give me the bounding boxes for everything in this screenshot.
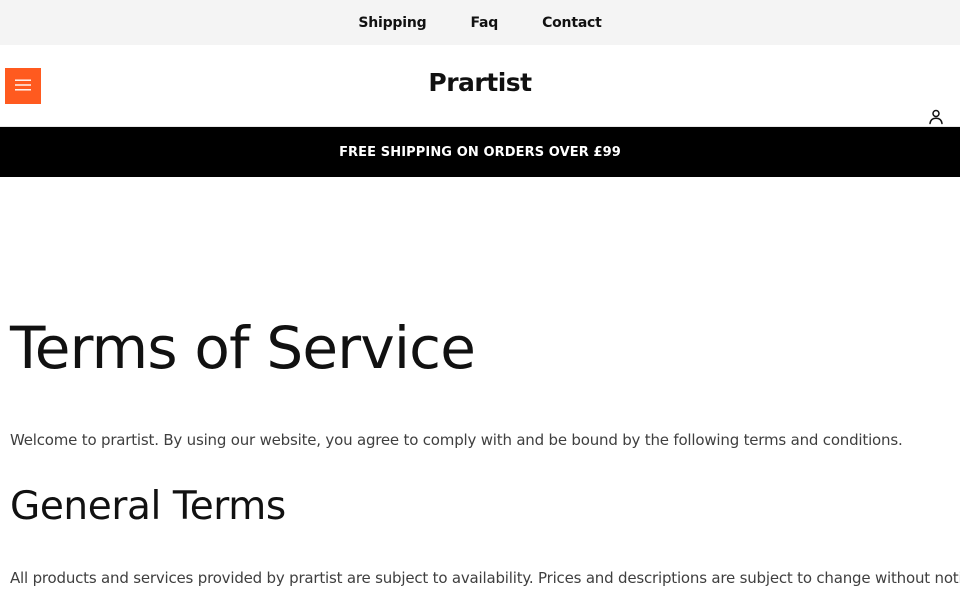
contact-link[interactable]: Contact: [542, 15, 602, 31]
menu-button[interactable]: [5, 68, 41, 104]
section-text-general-terms: All products and services provided by pr…: [10, 569, 960, 587]
brand-logo[interactable]: Prartist: [428, 68, 532, 97]
faq-link[interactable]: Faq: [470, 15, 498, 31]
page-title: Terms of Service: [10, 314, 476, 382]
site-header: Prartist: [0, 45, 960, 127]
account-button[interactable]: [926, 108, 946, 128]
announcement-text: FREE SHIPPING ON ORDERS OVER £99: [339, 144, 621, 160]
intro-text: Welcome to prartist. By using our websit…: [10, 431, 903, 449]
section-heading-general-terms: General Terms: [10, 484, 286, 529]
shipping-link[interactable]: Shipping: [358, 15, 426, 31]
announcement-bar: FREE SHIPPING ON ORDERS OVER £99: [0, 127, 960, 177]
top-utility-nav: Shipping Faq Contact: [0, 0, 960, 45]
user-icon: [928, 109, 944, 128]
hamburger-menu-icon: [15, 79, 31, 94]
main-content: Terms of Service Welcome to prartist. By…: [0, 177, 960, 587]
